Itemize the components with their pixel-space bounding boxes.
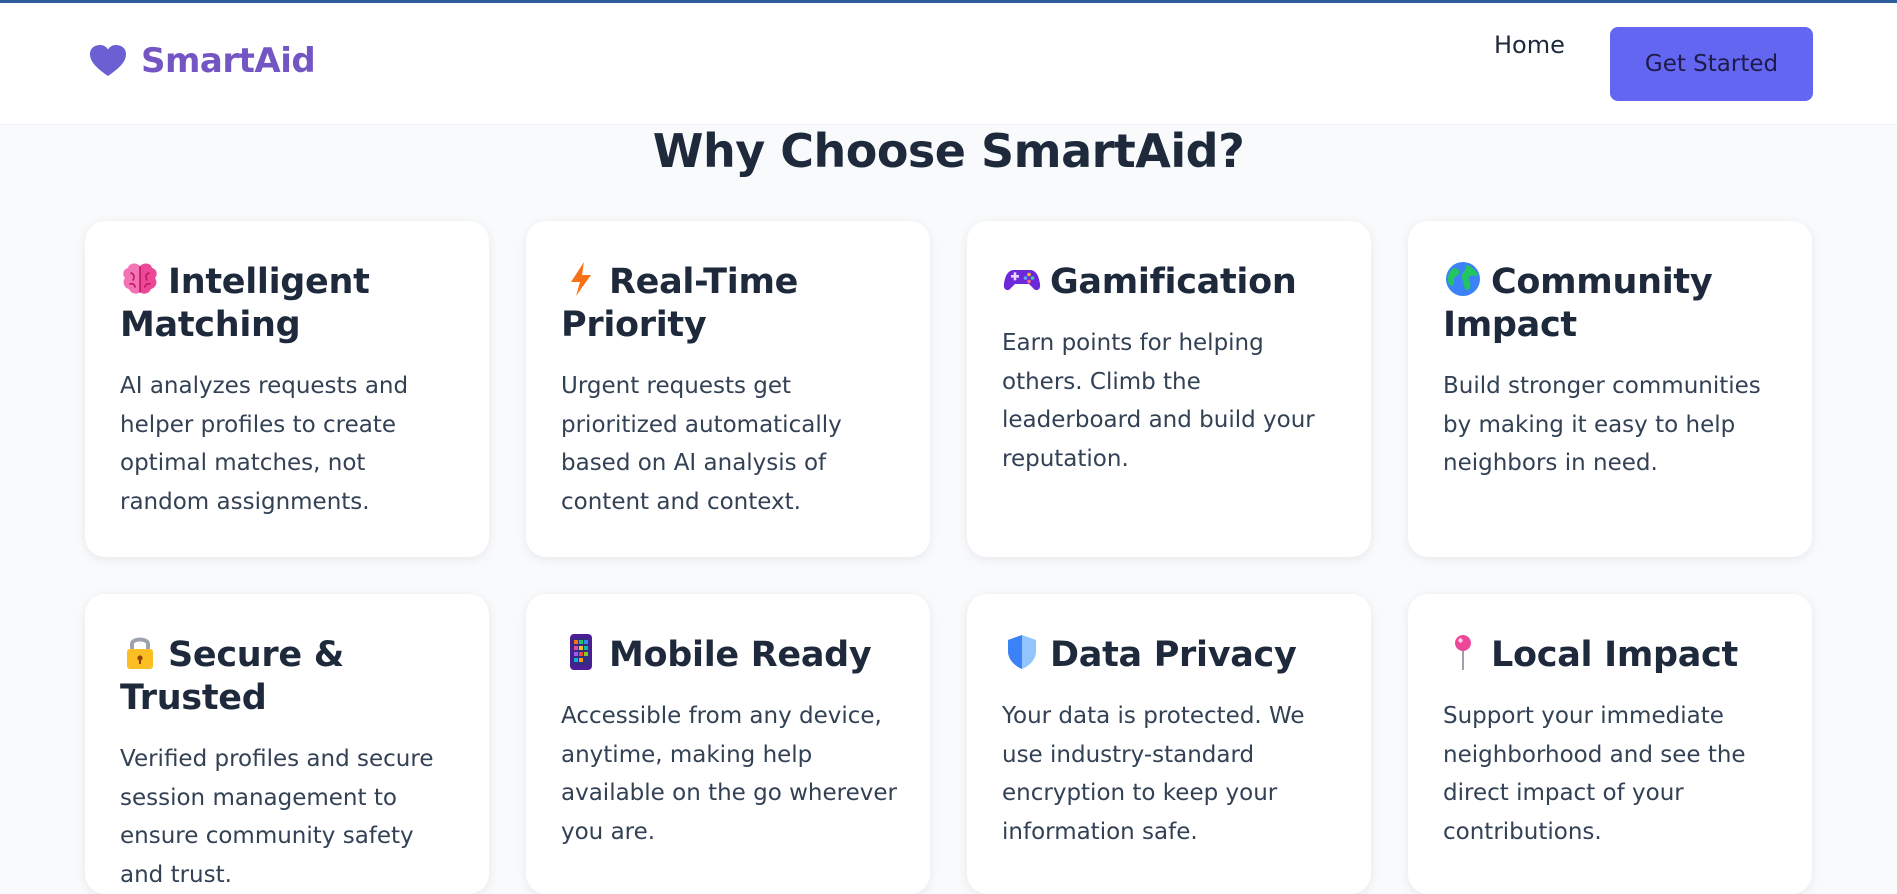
feature-title: Real-Time Priority	[561, 259, 900, 347]
feature-title: Community Impact	[1443, 259, 1782, 347]
heart-icon	[89, 44, 127, 78]
feature-description: Earn points for helping others. Climb th…	[1002, 330, 1315, 472]
section-title: Why Choose SmartAid?	[652, 124, 1245, 178]
feature-description: AI analyzes requests and helper profiles…	[120, 373, 409, 515]
site-header: SmartAid Home Get Started	[0, 3, 1897, 125]
feature-title: Gamification	[1002, 259, 1341, 304]
brand-name: SmartAid	[141, 41, 316, 81]
feature-card-real-time-priority: Real-Time Priority Urgent requests get p…	[526, 221, 930, 557]
nav-home-link[interactable]: Home	[1494, 31, 1565, 59]
feature-card-secure-trusted: Secure & Trusted Verified profiles and s…	[85, 594, 489, 894]
feature-description: Build stronger communities by making it …	[1443, 373, 1761, 476]
feature-title: Mobile Ready	[561, 632, 900, 677]
feature-title: Secure & Trusted	[120, 632, 459, 720]
globe-icon	[1443, 259, 1483, 299]
pin-icon	[1443, 632, 1483, 672]
feature-card-gamification: Gamification Earn points for helping oth…	[967, 221, 1371, 557]
feature-title: Local Impact	[1443, 632, 1782, 677]
feature-card-mobile-ready: Mobile Ready Accessible from any device,…	[526, 594, 930, 894]
get-started-button[interactable]: Get Started	[1610, 27, 1813, 101]
feature-card-data-privacy: Data Privacy Your data is protected. We …	[967, 594, 1371, 894]
feature-card-intelligent-matching: Intelligent Matching AI analyzes request…	[85, 221, 489, 557]
lock-icon	[120, 632, 160, 672]
feature-description: Verified profiles and secure session man…	[120, 746, 434, 888]
lightning-icon	[561, 259, 601, 299]
feature-description: Urgent requests get prioritized automati…	[561, 373, 842, 515]
brand-logo[interactable]: SmartAid	[89, 41, 316, 81]
feature-card-local-impact: Local Impact Support your immediate neig…	[1408, 594, 1812, 894]
feature-title: Intelligent Matching	[120, 259, 459, 347]
feature-title: Data Privacy	[1002, 632, 1341, 677]
feature-description: Accessible from any device, anytime, mak…	[561, 703, 897, 845]
feature-description: Support your immediate neighborhood and …	[1443, 703, 1746, 845]
gamepad-icon	[1002, 259, 1042, 299]
feature-card-community-impact: Community Impact Build stronger communit…	[1408, 221, 1812, 557]
brain-icon	[120, 259, 160, 299]
feature-description: Your data is protected. We use industry-…	[1002, 703, 1305, 845]
phone-icon	[561, 632, 601, 672]
shield-icon	[1002, 632, 1042, 672]
